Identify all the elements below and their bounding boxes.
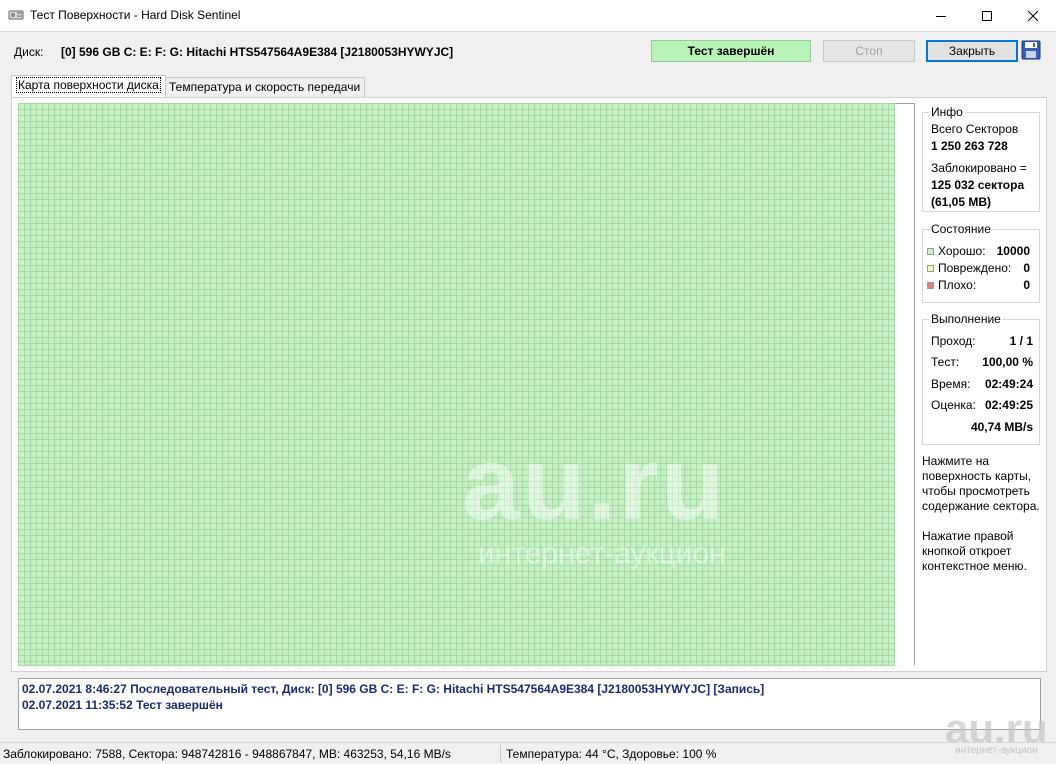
blocked-size: (61,05 MB) — [931, 195, 992, 209]
damaged-color-swatch — [927, 265, 934, 273]
tab-surface-map-label: Карта поверхности диска — [16, 77, 161, 93]
hard-disk-app-icon — [8, 8, 24, 22]
stop-button[interactable]: Стоп — [823, 40, 915, 62]
status-blocked-info: Заблокировано: 7588, Сектора: 948742816 … — [3, 747, 451, 761]
good-value: 10000 — [996, 244, 1030, 258]
pass-value: 1 / 1 — [1009, 334, 1033, 348]
test-value: 100,00 % — [982, 355, 1033, 369]
bad-value: 0 — [1023, 278, 1030, 292]
status-temperature-health: Температура: 44 °C, Здоровье: 100 % — [506, 747, 717, 761]
tab-surface-map[interactable]: Карта поверхности диска — [11, 75, 166, 97]
state-group-title: Состояние — [929, 222, 993, 236]
info-group: Инфо Всего Секторов 1 250 263 728 Заблок… — [922, 105, 1040, 212]
time-label: Время: — [931, 377, 971, 391]
estimate-label: Оценка: — [931, 398, 976, 412]
close-window-button[interactable] — [1010, 0, 1056, 31]
status-separator — [500, 745, 501, 762]
total-sectors-value: 1 250 263 728 — [931, 139, 1008, 153]
map-frame-line — [895, 103, 915, 104]
maximize-icon — [982, 10, 992, 21]
close-icon — [1028, 10, 1038, 21]
info-group-title: Инфо — [929, 105, 965, 119]
close-button[interactable]: Закрыть — [926, 40, 1018, 62]
disk-label: Диск: — [14, 45, 44, 59]
total-sectors-label: Всего Секторов — [931, 122, 1019, 136]
bad-legend: Плохо: — [927, 278, 976, 292]
surface-map[interactable] — [18, 103, 895, 666]
progress-group: Выполнение Проход: 1 / 1 Тест: 100,00 % … — [922, 312, 1040, 445]
test-status-badge: Тест завершён — [651, 40, 811, 62]
blocked-label: Заблокировано = — [931, 161, 1027, 175]
estimate-value: 02:49:25 — [984, 398, 1033, 412]
tab-temperature-speed[interactable]: Температура и скорость передачи — [164, 77, 366, 97]
blocked-value: 125 032 сектора — [931, 178, 1025, 192]
minimize-button[interactable] — [918, 0, 964, 31]
good-label: Хорошо: — [938, 244, 986, 258]
log-entry: 02.07.2021 8:46:27 Последовательный тест… — [22, 682, 765, 696]
save-button[interactable] — [1021, 40, 1041, 60]
good-color-swatch — [927, 248, 934, 256]
bad-color-swatch — [927, 282, 934, 290]
status-bar: Заблокировано: 7588, Сектора: 948742816 … — [0, 742, 1056, 764]
window-title: Тест Поверхности - Hard Disk Sentinel — [30, 8, 241, 22]
hint-click-map: Нажмите на поверхность карты, чтобы прос… — [922, 454, 1040, 513]
damaged-legend: Повреждено: — [927, 261, 1011, 275]
good-legend: Хорошо: — [927, 244, 986, 258]
test-label: Тест: — [931, 355, 960, 369]
pass-label: Проход: — [931, 334, 976, 348]
event-log[interactable]: 02.07.2021 8:46:27 Последовательный тест… — [18, 678, 1041, 730]
progress-group-title: Выполнение — [929, 312, 1003, 326]
log-entry: 02.07.2021 11:35:52 Тест завершён — [22, 698, 223, 712]
speed-value: 40,74 MB/s — [970, 420, 1033, 434]
floppy-disk-icon — [1021, 40, 1041, 60]
tab-temperature-speed-label: Температура и скорость передачи — [169, 80, 361, 94]
minimize-icon — [936, 15, 946, 17]
bad-label: Плохо: — [938, 278, 977, 292]
title-bar: Тест Поверхности - Hard Disk Sentinel — [0, 0, 1056, 32]
map-frame-line — [914, 103, 915, 665]
state-group: Состояние Хорошо: 10000 Повреждено: 0 Пл… — [922, 222, 1040, 303]
disk-value: [0] 596 GB C: E: F: G: Hitachi HTS547564… — [61, 45, 454, 59]
hint-context-menu: Нажатие правой кнопкой откроет контекстн… — [922, 529, 1027, 573]
time-value: 02:49:24 — [984, 377, 1033, 391]
maximize-button[interactable] — [964, 0, 1010, 31]
damaged-value: 0 — [1023, 261, 1030, 275]
damaged-label: Повреждено: — [938, 261, 1012, 275]
